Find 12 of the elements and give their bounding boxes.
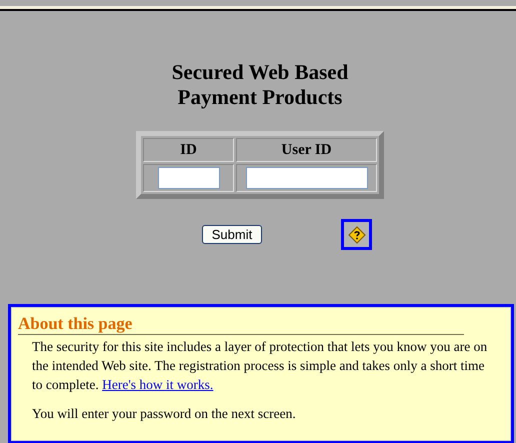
description-text: The security for this site includes a layer of protection that lets you know you are on the intended Web site. The registration process is simple and takes only a short time to complete. Here's how it works. — [32, 338, 488, 394]
input-field[interactable] — [246, 167, 368, 189]
column-header: ID — [143, 138, 234, 162]
help-button[interactable] — [341, 219, 372, 250]
input-field[interactable] — [158, 167, 220, 189]
submit-button[interactable]: Submit — [202, 225, 262, 244]
column-header: User ID — [236, 138, 377, 162]
page-title: Secured Web Based Payment Products — [172, 60, 348, 110]
help-link[interactable]: Here's how it works. — [102, 377, 214, 392]
panel-heading: About this page — [18, 314, 464, 335]
question-mark-icon — [348, 226, 366, 244]
password-note: You will enter your password on the next screen. — [32, 405, 297, 423]
